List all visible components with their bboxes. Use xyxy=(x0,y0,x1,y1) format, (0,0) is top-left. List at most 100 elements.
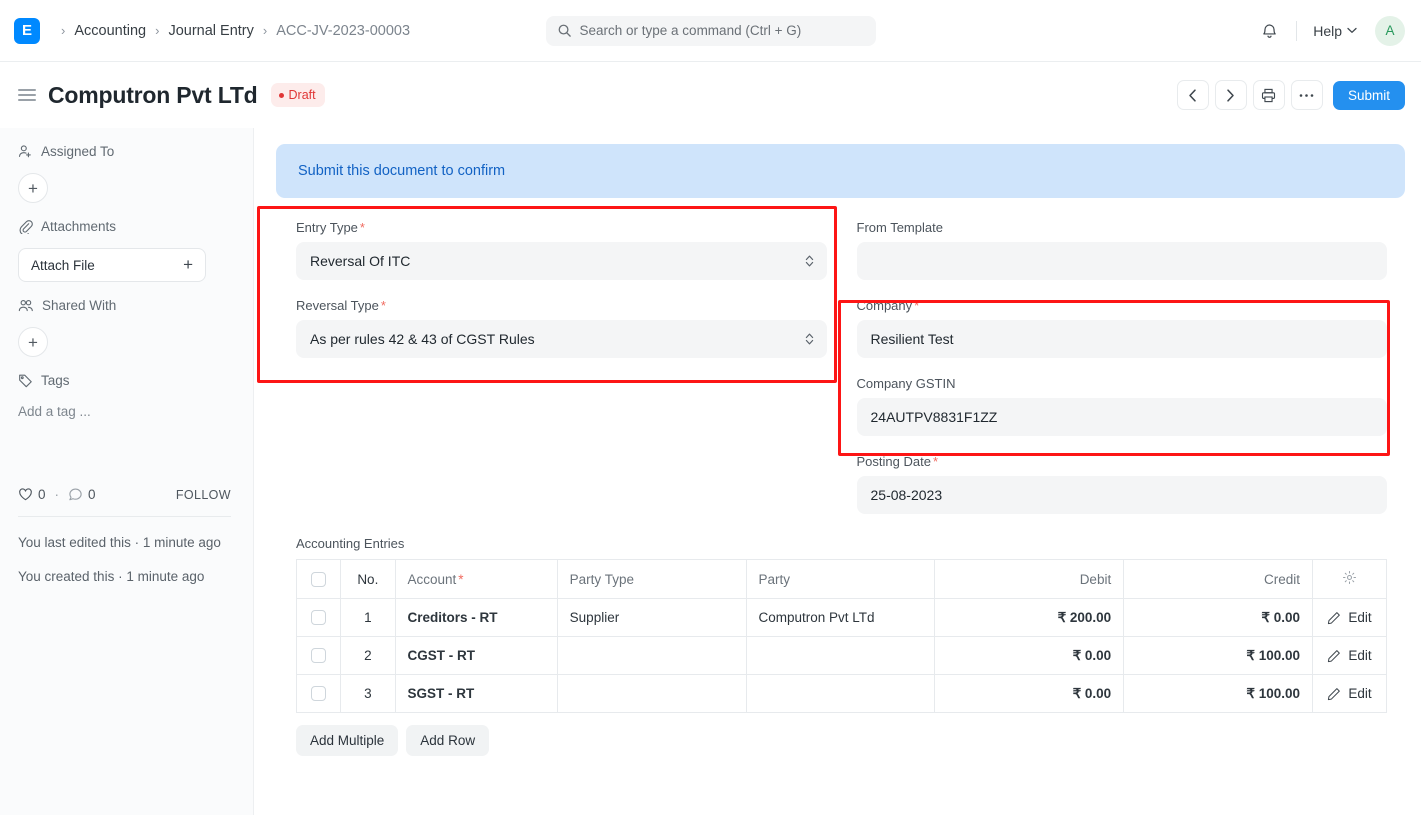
field-entry-type: Entry Type * Reversal Of ITC xyxy=(296,220,827,280)
add-row-button[interactable]: Add Row xyxy=(406,725,490,756)
table-body: 1 Creditors - RT Supplier Computron Pvt … xyxy=(295,598,1387,713)
field-reversal-type: Reversal Type * As per rules 42 & 43 of C… xyxy=(296,298,827,358)
accounting-entries-title: Accounting Entries xyxy=(296,536,405,551)
row-edit-cell[interactable]: Edit xyxy=(1312,636,1387,675)
comment-icon[interactable] xyxy=(68,487,83,502)
user-plus-icon xyxy=(18,144,33,159)
posting-date-label-text: Posting Date xyxy=(856,454,931,469)
from-template-label: From Template xyxy=(856,220,943,235)
users-icon xyxy=(18,298,34,313)
sidebar-toggle-icon[interactable] xyxy=(18,86,36,104)
edit-row-button[interactable]: Edit xyxy=(1325,610,1374,625)
select-all-checkbox[interactable] xyxy=(311,571,327,587)
accounting-entries-table: No. Account * Party Type Party Debit Cred… xyxy=(295,559,1387,713)
follow-button[interactable]: FOLLOW xyxy=(176,488,231,502)
submit-button[interactable]: Submit xyxy=(1332,80,1405,110)
sidebar-section-shared-with: Shared With + xyxy=(18,298,231,357)
avatar[interactable]: A xyxy=(1375,15,1405,46)
row-account[interactable]: CGST - RT xyxy=(394,636,558,675)
gear-icon[interactable] xyxy=(1342,570,1357,585)
row-checkbox[interactable] xyxy=(311,648,327,664)
plus-icon: + xyxy=(183,255,193,274)
search-box[interactable] xyxy=(545,15,876,46)
field-from-template: From Template xyxy=(856,220,1387,280)
app-logo-icon[interactable]: E xyxy=(14,17,40,44)
help-label: Help xyxy=(1313,22,1342,39)
row-party[interactable]: Computron Pvt LTd xyxy=(745,598,936,637)
row-checkbox[interactable] xyxy=(311,610,327,626)
column-settings[interactable] xyxy=(1312,559,1387,599)
row-party-type[interactable] xyxy=(556,636,747,675)
entry-type-select[interactable]: Reversal Of ITC xyxy=(296,242,827,280)
row-edit-cell[interactable]: Edit xyxy=(1312,598,1387,637)
form-section: Entry Type * Reversal Of ITC Reversal Ty… xyxy=(257,206,1405,532)
reversal-type-label: Reversal Type * xyxy=(296,298,827,313)
search-input[interactable] xyxy=(579,23,865,38)
edit-label: Edit xyxy=(1348,610,1372,625)
row-credit[interactable]: ₹ 0.00 xyxy=(1123,598,1314,637)
add-tag-input[interactable]: Add a tag ... xyxy=(18,402,231,419)
print-button[interactable] xyxy=(1252,80,1285,110)
row-edit-cell[interactable]: Edit xyxy=(1312,674,1387,713)
ellipsis-icon xyxy=(1299,93,1314,98)
row-party[interactable] xyxy=(745,636,936,675)
reversal-type-select[interactable]: As per rules 42 & 43 of CGST Rules xyxy=(296,320,827,358)
document-sidebar: Assigned To + Attachments Attach File + xyxy=(0,128,254,815)
column-no: No. xyxy=(340,559,396,599)
app-logo-letter: E xyxy=(21,22,32,39)
company-gstin-value: 24AUTPV8831F1ZZ xyxy=(870,409,998,425)
posting-date-input[interactable]: 25-08-2023 xyxy=(856,476,1387,514)
status-label: Draft xyxy=(288,88,316,102)
table-header-row: No. Account * Party Type Party Debit Cred… xyxy=(295,559,1387,599)
reversal-type-label-text: Reversal Type xyxy=(296,298,379,313)
top-navbar: E › Accounting › Journal Entry › ACC-JV-… xyxy=(0,0,1421,62)
row-debit[interactable]: ₹ 0.00 xyxy=(934,636,1125,675)
heart-icon[interactable] xyxy=(18,487,33,502)
table-row[interactable]: 3 SGST - RT ₹ 0.00 ₹ 100.00 Edit xyxy=(295,674,1387,713)
more-options-button[interactable] xyxy=(1290,80,1323,110)
breadcrumb-item-accounting[interactable]: Accounting xyxy=(74,23,146,39)
table-row[interactable]: 2 CGST - RT ₹ 0.00 ₹ 100.00 Edit xyxy=(295,636,1387,675)
notifications-button[interactable] xyxy=(1252,14,1286,48)
document-stats: 0 · 0 FOLLOW xyxy=(18,487,231,502)
row-credit[interactable]: ₹ 100.00 xyxy=(1123,636,1314,675)
pencil-icon xyxy=(1327,611,1341,625)
row-debit[interactable]: ₹ 0.00 xyxy=(934,674,1125,713)
table-row[interactable]: 1 Creditors - RT Supplier Computron Pvt … xyxy=(295,598,1387,637)
required-indicator: * xyxy=(458,571,464,587)
posting-date-value: 25-08-2023 xyxy=(870,487,943,503)
company-label: Company * xyxy=(857,298,1388,313)
breadcrumb-item-journal-entry[interactable]: Journal Entry xyxy=(168,23,253,39)
row-party[interactable] xyxy=(745,674,936,713)
shared-with-label: Shared With xyxy=(42,298,117,313)
attach-file-button[interactable]: Attach File + xyxy=(18,248,206,282)
company-gstin-label: Company GSTIN xyxy=(856,376,956,391)
row-no: 1 xyxy=(340,598,396,637)
next-document-button[interactable] xyxy=(1214,80,1247,110)
row-party-type[interactable]: Supplier xyxy=(556,598,747,637)
global-search[interactable] xyxy=(545,15,876,46)
page-title: Computron Pvt LTd xyxy=(48,81,258,108)
row-account[interactable]: SGST - RT xyxy=(394,674,558,713)
page-header: Computron Pvt LTd Draft Submit xyxy=(0,62,1421,128)
row-debit[interactable]: ₹ 200.00 xyxy=(934,598,1125,637)
edit-row-button[interactable]: Edit xyxy=(1325,686,1374,701)
last-edited-text: You last edited this · 1 minute ago xyxy=(18,535,221,550)
row-account[interactable]: Creditors - RT xyxy=(394,598,558,637)
help-menu-button[interactable]: Help xyxy=(1307,18,1363,44)
row-checkbox[interactable] xyxy=(311,686,327,702)
table-actions: Add Multiple Add Row xyxy=(296,725,1387,756)
row-credit[interactable]: ₹ 100.00 xyxy=(1123,674,1314,713)
add-multiple-button[interactable]: Add Multiple xyxy=(296,725,399,756)
plus-icon: + xyxy=(28,332,38,352)
company-input[interactable]: Resilient Test xyxy=(856,320,1387,358)
add-share-button[interactable]: + xyxy=(18,327,48,357)
previous-document-button[interactable] xyxy=(1176,80,1209,110)
add-assignment-button[interactable]: + xyxy=(18,173,48,203)
page-body: Assigned To + Attachments Attach File + xyxy=(0,128,1421,815)
row-select-cell xyxy=(295,598,342,637)
edit-row-button[interactable]: Edit xyxy=(1325,648,1374,663)
from-template-input[interactable] xyxy=(856,242,1387,280)
row-party-type[interactable] xyxy=(556,674,747,713)
company-gstin-input[interactable]: 24AUTPV8831F1ZZ xyxy=(856,398,1387,436)
